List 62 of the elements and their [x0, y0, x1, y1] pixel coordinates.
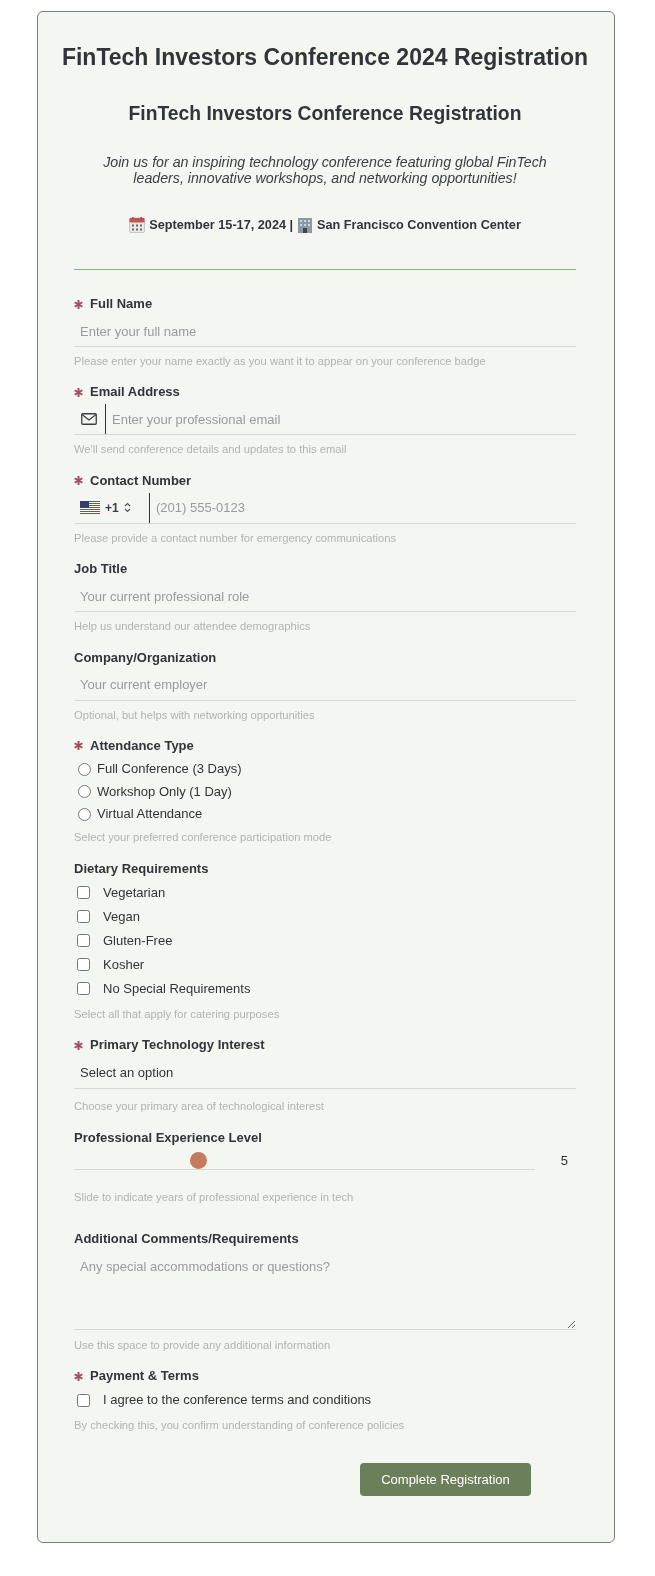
- radio-button[interactable]: [78, 807, 91, 821]
- radio-button[interactable]: [78, 762, 91, 776]
- country-code-select[interactable]: +1: [74, 492, 149, 523]
- option-label: Gluten-Free: [103, 932, 173, 949]
- field-label: Contact Number: [90, 472, 192, 489]
- mail-icon: [81, 413, 97, 426]
- field-label: Additional Comments/Requirements: [74, 1230, 299, 1247]
- form-title: FinTech Investors Conference Registration: [127, 102, 523, 126]
- help-text: Select your preferred conference participation mode: [74, 830, 333, 845]
- help-text: Please provide a contact number for emergency communications: [74, 530, 398, 545]
- field-label: Payment & Terms: [90, 1368, 199, 1384]
- field-label: Professional Experience Level: [74, 1129, 262, 1146]
- field-label: Company/Organization: [74, 649, 217, 666]
- textarea-field[interactable]: Any special accommodations or questions?: [74, 1250, 576, 1330]
- select-field[interactable]: Select an option: [74, 1057, 576, 1090]
- field-label: Email Address: [90, 384, 180, 401]
- text-input[interactable]: Your current professional role: [74, 581, 576, 613]
- checkbox[interactable]: [77, 886, 90, 900]
- option-label: Kosher: [103, 956, 145, 973]
- slider-value: 5: [559, 1151, 569, 1169]
- option-label: Full Conference (3 Days): [97, 761, 242, 778]
- help-text: By checking this, you confirm understanding of conference policies: [74, 1418, 406, 1432]
- field-label: Job Title: [74, 561, 128, 578]
- text-input[interactable]: Your current employer: [74, 669, 576, 701]
- help-text: Choose your primary area of technological interest: [74, 1099, 325, 1114]
- option-label: Virtual Attendance: [97, 806, 203, 823]
- page-title: FinTech Investors Conference 2024 Registration: [60, 43, 590, 72]
- flag-icon: [80, 501, 100, 515]
- phone-number-input[interactable]: (201) 555-0123: [149, 492, 576, 523]
- event-description: Join us for an inspiring technology conference featuring global FinTech leaders, innovative workshops, and networking opportunities!: [102, 154, 548, 186]
- updown-chevron-icon: [123, 502, 131, 514]
- checkbox[interactable]: [77, 934, 90, 948]
- radio-button[interactable]: [78, 785, 91, 799]
- help-text: Help us understand our attendee demographics: [74, 619, 312, 634]
- help-text: Please enter your name exactly as you want it to appear on your conference badge: [74, 354, 487, 368]
- text-input[interactable]: Enter your full name: [74, 316, 576, 347]
- field-label: Full Name: [90, 296, 153, 312]
- option-label: I agree to the conference terms and conditions: [103, 1392, 372, 1408]
- email-field[interactable]: Enter your professional email: [74, 404, 576, 436]
- checkbox[interactable]: [77, 1393, 90, 1407]
- option-label: Vegan: [103, 908, 140, 925]
- help-text: Slide to indicate years of professional experience in tech: [74, 1189, 355, 1204]
- checkbox[interactable]: [77, 982, 90, 996]
- checkbox[interactable]: [77, 910, 90, 924]
- building-icon: [297, 217, 314, 233]
- field-label: Dietary Requirements: [74, 860, 209, 877]
- calendar-icon: [129, 217, 146, 233]
- help-text: Use this space to provide any additional information: [74, 1337, 332, 1352]
- venue-text: San Francisco Convention Center: [317, 217, 521, 234]
- help-text: Optional, but helps with networking opportunities: [74, 707, 316, 722]
- option-label: No Special Requirements: [103, 980, 251, 997]
- event-date-text: September 15-17, 2024 |: [149, 217, 294, 234]
- slider-thumb[interactable]: [189, 1151, 207, 1169]
- submit-button[interactable]: Complete Registration: [360, 1463, 531, 1496]
- help-text: Select all that apply for catering purposes: [74, 1006, 281, 1021]
- checkbox[interactable]: [77, 958, 90, 972]
- slider-track[interactable]: [74, 1151, 535, 1170]
- option-label: Vegetarian: [103, 884, 166, 901]
- help-text: We'll send conference details and updates to this email: [74, 442, 348, 457]
- option-label: Workshop Only (1 Day): [97, 783, 232, 800]
- field-label: Primary Technology Interest: [90, 1037, 265, 1054]
- field-label: Attendance Type: [90, 737, 194, 754]
